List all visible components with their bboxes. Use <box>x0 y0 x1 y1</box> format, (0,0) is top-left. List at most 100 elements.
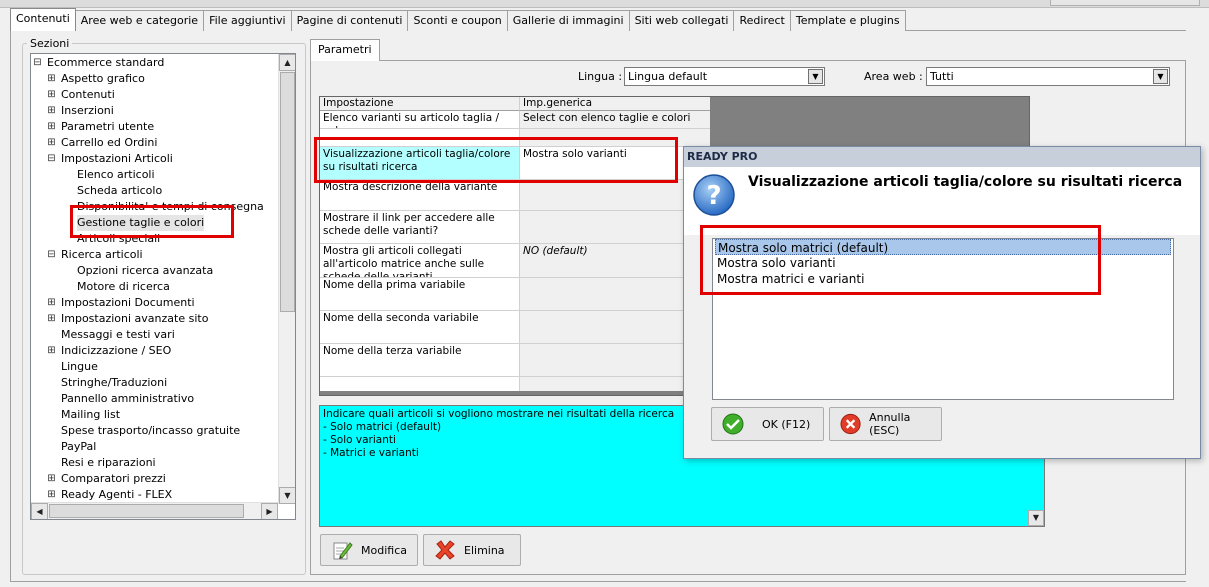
tree-vertical-scrollbar[interactable]: ▲ ▼ <box>278 54 295 504</box>
hscroll-thumb[interactable] <box>49 504 244 518</box>
cancel-label: Annulla (ESC) <box>869 411 911 437</box>
tree-item[interactable]: ⊟ Ricerca articoli <box>47 247 142 263</box>
ok-button[interactable]: OK (F12) <box>711 407 824 441</box>
tree-item[interactable]: Messaggi e testi vari <box>61 327 175 343</box>
modify-button[interactable]: Modifica <box>320 534 418 566</box>
green-check-icon <box>722 413 744 435</box>
area-web-select[interactable]: Tutti ▼ <box>926 67 1170 86</box>
table-row-value[interactable]: NO (default) <box>520 244 710 278</box>
tree-item[interactable]: Elenco articoli <box>77 167 155 183</box>
tree-item[interactable]: Resi e riparazioni <box>61 455 156 471</box>
table-row-setting[interactable]: Nome della prima variabile <box>320 278 520 311</box>
scroll-up-icon[interactable]: ▲ <box>279 54 295 71</box>
tree-item[interactable]: ⊞ Carrello ed Ordini <box>47 135 157 151</box>
table-row-setting[interactable]: Nome della seconda variabile <box>320 311 520 344</box>
tree-item[interactable]: Mailing list <box>61 407 120 423</box>
tab-gallerie[interactable]: Gallerie di immagini <box>506 10 630 31</box>
tab-file-aggiuntivi[interactable]: File aggiuntivi <box>203 10 292 31</box>
tree-item[interactable]: ⊞ Parametri utente <box>47 119 154 135</box>
language-select[interactable]: Lingua default ▼ <box>624 67 825 86</box>
cancel-button[interactable]: Annulla (ESC) <box>829 407 942 441</box>
chevron-down-icon[interactable]: ▼ <box>1153 69 1168 84</box>
window-top-strip <box>0 0 1209 8</box>
tree-item[interactable]: ⊟ Ecommerce standard <box>33 55 164 71</box>
table-row-setting[interactable]: Mostra gli articoli collegati all'artico… <box>320 244 520 278</box>
tree-item-label: Aspetto grafico <box>61 72 145 85</box>
tab-contenuti[interactable]: Contenuti <box>10 8 76 31</box>
sections-title: Sezioni <box>27 37 73 50</box>
tree-item[interactable]: ⊞ Aspetto grafico <box>47 71 145 87</box>
window-top-button[interactable] <box>1050 0 1200 6</box>
tree-item[interactable]: ⊟ Impostazioni Articoli <box>47 151 173 167</box>
tree-item[interactable]: Scheda articolo <box>77 183 162 199</box>
table-row-value[interactable] <box>520 344 710 377</box>
table-row-setting[interactable]: Mostra descrizione della variante <box>320 180 520 211</box>
table-row-setting[interactable]: Mostrare il link per accedere alle sched… <box>320 211 520 244</box>
tab-pagine-contenuti[interactable]: Pagine di contenuti <box>290 10 409 31</box>
expand-icon[interactable]: ⊞ <box>47 474 56 484</box>
tree-item-label: Contenuti <box>61 88 115 101</box>
collapse-icon[interactable]: ⊟ <box>47 154 56 164</box>
tab-siti-collegati[interactable]: Siti web collegati <box>628 10 735 31</box>
tree-item[interactable]: Motore di ricerca <box>77 279 170 295</box>
description-line: - Matrici e varianti <box>323 447 419 459</box>
tree-item[interactable]: Stringhe/Traduzioni <box>61 375 167 391</box>
chevron-down-icon[interactable]: ▼ <box>808 69 823 84</box>
tree-item-label: Lingue <box>61 360 98 373</box>
tree-item[interactable]: ⊞ Inserzioni <box>47 103 114 119</box>
delete-button[interactable]: Elimina <box>423 534 521 566</box>
tree-item-label: Opzioni ricerca avanzata <box>77 264 214 277</box>
scroll-left-icon[interactable]: ◀ <box>31 503 48 519</box>
column-header-value[interactable]: Imp.generica <box>520 97 710 111</box>
expand-icon[interactable]: ⊞ <box>47 106 56 116</box>
tree-item[interactable]: ⊞ Contenuti <box>47 87 115 103</box>
tree-item[interactable]: Opzioni ricerca avanzata <box>77 263 213 279</box>
tab-redirect[interactable]: Redirect <box>733 10 791 31</box>
expand-icon[interactable]: ⊞ <box>47 298 56 308</box>
description-text: Indicare quali articoli si vogliono most… <box>323 408 674 460</box>
tree-item[interactable]: Lingue <box>61 359 98 375</box>
collapse-icon[interactable]: ⊟ <box>33 58 42 68</box>
tree-item[interactable]: ⊞ Indicizzazione / SEO <box>47 343 171 359</box>
table-row-value[interactable] <box>520 211 710 244</box>
tree-horizontal-scrollbar[interactable]: ◀ ▶ <box>31 502 278 519</box>
scroll-thumb[interactable] <box>280 72 295 312</box>
choice-dialog[interactable]: READY PRO ? Visualizzazione articoli tag… <box>683 146 1201 459</box>
tree-item-label: Scheda articolo <box>77 184 163 197</box>
tree-item[interactable]: PayPal <box>61 439 96 455</box>
expand-icon[interactable]: ⊞ <box>47 314 56 324</box>
scroll-down-icon[interactable]: ▼ <box>1028 510 1044 526</box>
expand-icon[interactable]: ⊞ <box>47 122 56 132</box>
tab-parametri[interactable]: Parametri <box>310 39 380 61</box>
table-row-value[interactable] <box>520 180 710 211</box>
table-row-value[interactable] <box>520 311 710 344</box>
svg-text:?: ? <box>706 181 721 211</box>
tree-item-label: Inserzioni <box>61 104 114 117</box>
tree-item[interactable]: Pannello amministrativo <box>61 391 194 407</box>
expand-icon[interactable]: ⊞ <box>47 90 56 100</box>
description-line: Indicare quali articoli si vogliono most… <box>323 408 675 420</box>
table-row-value[interactable]: Select con elenco taglie e colori <box>520 111 710 129</box>
tree-item[interactable]: ⊞ Impostazioni Documenti <box>47 295 194 311</box>
sections-tree[interactable]: ⊟ Ecommerce standard ⊞ Aspetto grafico ⊞ Cont… <box>30 53 296 520</box>
tree-item-label: Elenco articoli <box>77 168 155 181</box>
table-row-setting[interactable]: Nome della terza variabile <box>320 344 520 377</box>
tab-sconti-coupon[interactable]: Sconti e coupon <box>407 10 508 31</box>
scroll-right-icon[interactable]: ▶ <box>261 503 278 519</box>
tree-item[interactable]: ⊞ Impostazioni avanzate sito <box>47 311 208 327</box>
table-row-value[interactable] <box>520 278 710 311</box>
tree-item[interactable]: ⊞ Comparatori prezzi <box>47 471 166 487</box>
tree-item[interactable]: ⊞ Ready Agenti - FLEX <box>47 487 172 503</box>
tab-aree-web[interactable]: Aree web e categorie <box>74 10 205 31</box>
expand-icon[interactable]: ⊞ <box>47 138 56 148</box>
table-row-setting[interactable]: Elenco varianti su articolo taglia / col… <box>320 111 520 129</box>
tree-item[interactable]: Spese trasporto/incasso gratuite <box>61 423 240 439</box>
expand-icon[interactable]: ⊞ <box>47 346 56 356</box>
column-header-setting[interactable]: Impostazione <box>320 97 520 111</box>
expand-icon[interactable]: ⊞ <box>47 490 56 500</box>
scroll-down-icon[interactable]: ▼ <box>279 487 295 504</box>
expand-icon[interactable]: ⊞ <box>47 74 56 84</box>
collapse-icon[interactable]: ⊟ <box>47 250 56 260</box>
grid-bottom-bar <box>320 391 710 395</box>
tab-template-plugins[interactable]: Template e plugins <box>789 10 906 31</box>
